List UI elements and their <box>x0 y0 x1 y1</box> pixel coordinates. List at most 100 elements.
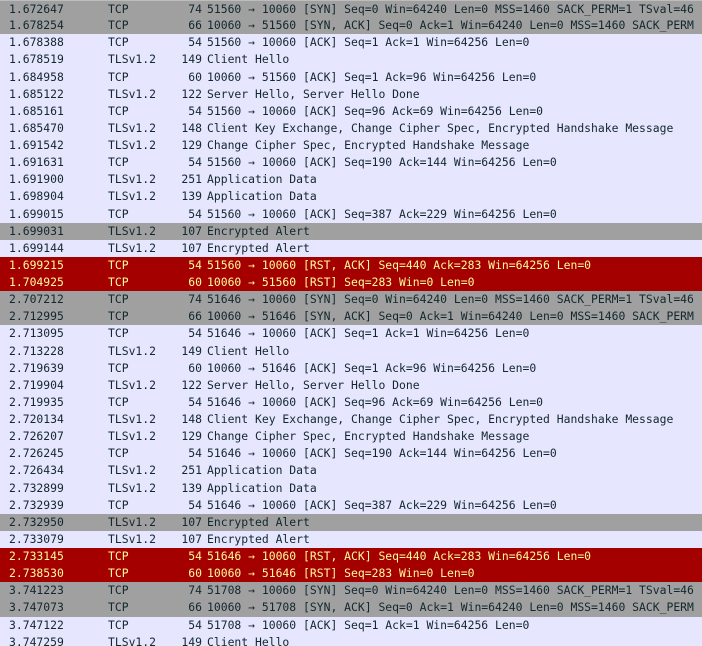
packet-row[interactable]: 2.726207 TLSv1.2 129 Change Cipher Spec, En… <box>0 428 702 446</box>
packet-row[interactable]: 2.733145 TCP 54 51646 → 10060 [RST, ACK] Se… <box>0 548 702 566</box>
packet-row[interactable]: 3.747259 TLSv1.2 149 Client Hello <box>0 633 702 646</box>
packet-info: Application Data <box>207 463 317 478</box>
packet-protocol: TCP <box>108 600 129 615</box>
packet-row[interactable]: 2.732950 TLSv1.2 107 Encrypted Alert <box>0 513 702 531</box>
packet-row[interactable]: 1.691900 TLSv1.2 251 Application Data <box>0 171 702 189</box>
packet-length: 139 <box>181 189 202 204</box>
packet-time: 2.719935 <box>9 394 64 409</box>
packet-length: 54 <box>188 497 202 512</box>
packet-protocol: TCP <box>108 583 129 598</box>
packet-time: 3.741223 <box>9 583 64 598</box>
packet-row[interactable]: 2.733079 TLSv1.2 107 Encrypted Alert <box>0 530 702 548</box>
packet-row[interactable]: 2.719935 TCP 54 51646 → 10060 [ACK] Seq=96 … <box>0 393 702 411</box>
packet-length: 107 <box>181 240 202 255</box>
packet-row[interactable]: 1.678254 TCP 66 10060 → 51560 [SYN, ACK] Se… <box>0 17 702 35</box>
packet-row[interactable]: 3.741223 TCP 74 51708 → 10060 [SYN] Seq=0 W… <box>0 582 702 600</box>
packet-row[interactable]: 1.684958 TCP 60 10060 → 51560 [ACK] Seq=1 A… <box>0 68 702 86</box>
packet-row[interactable]: 2.720134 TLSv1.2 148 Client Key Exchange, C… <box>0 411 702 429</box>
packet-row[interactable]: 3.747122 TCP 54 51708 → 10060 [ACK] Seq=1 A… <box>0 616 702 634</box>
packet-length: 139 <box>181 480 202 495</box>
packet-time: 2.713095 <box>9 326 64 341</box>
packet-row[interactable]: 2.738530 TCP 60 10060 → 51646 [RST] Seq=283… <box>0 565 702 583</box>
packet-info: 51646 → 10060 [ACK] Seq=96 Ack=69 Win=64… <box>207 394 544 409</box>
packet-length: 251 <box>181 463 202 478</box>
packet-length: 54 <box>188 257 202 272</box>
packet-length: 107 <box>181 531 202 546</box>
packet-time: 1.691900 <box>9 172 64 187</box>
packet-row[interactable]: 1.699215 TCP 54 51560 → 10060 [RST, ACK] Se… <box>0 256 702 274</box>
packet-length: 107 <box>181 223 202 238</box>
packet-length: 122 <box>181 86 202 101</box>
packet-time: 1.672647 <box>9 2 64 16</box>
packet-time: 3.747073 <box>9 600 64 615</box>
packet-protocol: TCP <box>108 360 129 375</box>
packet-row[interactable]: 2.713095 TCP 54 51646 → 10060 [ACK] Seq=1 A… <box>0 325 702 343</box>
packet-protocol: TLSv1.2 <box>108 120 157 135</box>
packet-row[interactable]: 1.698904 TLSv1.2 139 Application Data <box>0 188 702 206</box>
packet-info: 10060 → 51646 [ACK] Seq=1 Ack=96 Win=642… <box>207 360 537 375</box>
packet-row[interactable]: 1.678388 TCP 54 51560 → 10060 [ACK] Seq=1 A… <box>0 34 702 52</box>
packet-row[interactable]: 1.699144 TLSv1.2 107 Encrypted Alert <box>0 239 702 257</box>
packet-info: 51560 → 10060 [RST, ACK] Seq=440 Ack=283… <box>207 257 592 272</box>
packet-row[interactable]: 1.691542 TLSv1.2 129 Change Cipher Spec, En… <box>0 137 702 155</box>
packet-info: Application Data <box>207 189 317 204</box>
packet-time: 2.726245 <box>9 446 64 461</box>
packet-length: 54 <box>188 446 202 461</box>
packet-row[interactable]: 2.712995 TCP 66 10060 → 51646 [SYN, ACK] Se… <box>0 308 702 326</box>
packet-row[interactable]: 1.672647 TCP 74 51560 → 10060 [SYN] Seq=0 W… <box>0 0 702 18</box>
packet-protocol: TCP <box>108 497 129 512</box>
packet-info: Application Data <box>207 172 317 187</box>
packet-time: 2.719904 <box>9 377 64 392</box>
packet-protocol: TCP <box>108 69 129 84</box>
packet-protocol: TLSv1.2 <box>108 429 157 444</box>
packet-row[interactable]: 1.691631 TCP 54 51560 → 10060 [ACK] Seq=190… <box>0 154 702 172</box>
packet-length: 74 <box>188 583 202 598</box>
packet-protocol: TLSv1.2 <box>108 138 157 152</box>
packet-row[interactable]: 2.719904 TLSv1.2 122 Server Hello, Server H… <box>0 376 702 394</box>
packet-row[interactable]: 2.726245 TCP 54 51646 → 10060 [ACK] Seq=190… <box>0 445 702 463</box>
packet-row[interactable]: 1.678519 TLSv1.2 149 Client Hello <box>0 51 702 69</box>
packet-row[interactable]: 2.732939 TCP 54 51646 → 10060 [ACK] Seq=387… <box>0 496 702 514</box>
packet-length: 74 <box>188 292 202 307</box>
packet-row[interactable]: 1.685122 TLSv1.2 122 Server Hello, Server H… <box>0 85 702 103</box>
packet-row[interactable]: 2.726434 TLSv1.2 251 Application Data <box>0 462 702 480</box>
packet-row[interactable]: 2.732899 TLSv1.2 139 Application Data <box>0 479 702 497</box>
packet-protocol: TLSv1.2 <box>108 52 157 67</box>
packet-time: 1.699015 <box>9 206 64 221</box>
packet-info: 10060 → 51708 [SYN, ACK] Seq=0 Ack=1 Win… <box>207 600 694 615</box>
packet-info: 51560 → 10060 [ACK] Seq=190 Ack=144 Win=… <box>207 155 557 170</box>
packet-length: 129 <box>181 138 202 152</box>
packet-row[interactable]: 1.685161 TCP 54 51560 → 10060 [ACK] Seq=96 … <box>0 102 702 120</box>
packet-length: 54 <box>188 155 202 170</box>
packet-protocol: TCP <box>108 103 129 118</box>
packet-protocol: TLSv1.2 <box>108 377 157 392</box>
packet-row[interactable]: 3.747073 TCP 66 10060 → 51708 [SYN, ACK] Se… <box>0 599 702 617</box>
packet-info: 51560 → 10060 [SYN] Seq=0 Win=64240 Len=… <box>207 2 694 16</box>
packet-row[interactable]: 1.699031 TLSv1.2 107 Encrypted Alert <box>0 222 702 240</box>
packet-info: Encrypted Alert <box>207 531 310 546</box>
packet-length: 60 <box>188 69 202 84</box>
packet-info: 51560 → 10060 [ACK] Seq=387 Ack=229 Win=… <box>207 206 557 221</box>
packet-protocol: TLSv1.2 <box>108 223 157 238</box>
packet-list[interactable]: 1.672647 TCP 74 51560 → 10060 [SYN] Seq=0 W… <box>0 0 702 646</box>
packet-info: 10060 → 51560 [ACK] Seq=1 Ack=96 Win=642… <box>207 69 537 84</box>
packet-row[interactable]: 2.719639 TCP 60 10060 → 51646 [ACK] Seq=1 A… <box>0 359 702 377</box>
packet-time: 3.747259 <box>9 634 64 646</box>
packet-info: 51646 → 10060 [ACK] Seq=387 Ack=229 Win=… <box>207 497 557 512</box>
packet-time: 1.691542 <box>9 138 64 152</box>
packet-info: 10060 → 51646 [SYN, ACK] Seq=0 Ack=1 Win… <box>207 309 694 324</box>
packet-protocol: TCP <box>108 309 129 324</box>
packet-time: 2.720134 <box>9 412 64 426</box>
packet-row[interactable]: 2.713228 TLSv1.2 149 Client Hello <box>0 342 702 360</box>
packet-time: 1.691631 <box>9 155 64 170</box>
packet-info: 51560 → 10060 [ACK] Seq=96 Ack=69 Win=64… <box>207 103 544 118</box>
packet-protocol: TLSv1.2 <box>108 86 157 101</box>
packet-row[interactable]: 1.699015 TCP 54 51560 → 10060 [ACK] Seq=387… <box>0 205 702 223</box>
packet-length: 54 <box>188 394 202 409</box>
packet-protocol: TLSv1.2 <box>108 634 157 646</box>
packet-time: 1.698904 <box>9 189 64 204</box>
packet-info: Change Cipher Spec, Encrypted Handshake … <box>207 429 530 444</box>
packet-row[interactable]: 2.707212 TCP 74 51646 → 10060 [SYN] Seq=0 W… <box>0 291 702 309</box>
packet-row[interactable]: 1.685470 TLSv1.2 148 Client Key Exchange, C… <box>0 119 702 137</box>
packet-row[interactable]: 1.704925 TCP 60 10060 → 51560 [RST] Seq=283… <box>0 274 702 292</box>
